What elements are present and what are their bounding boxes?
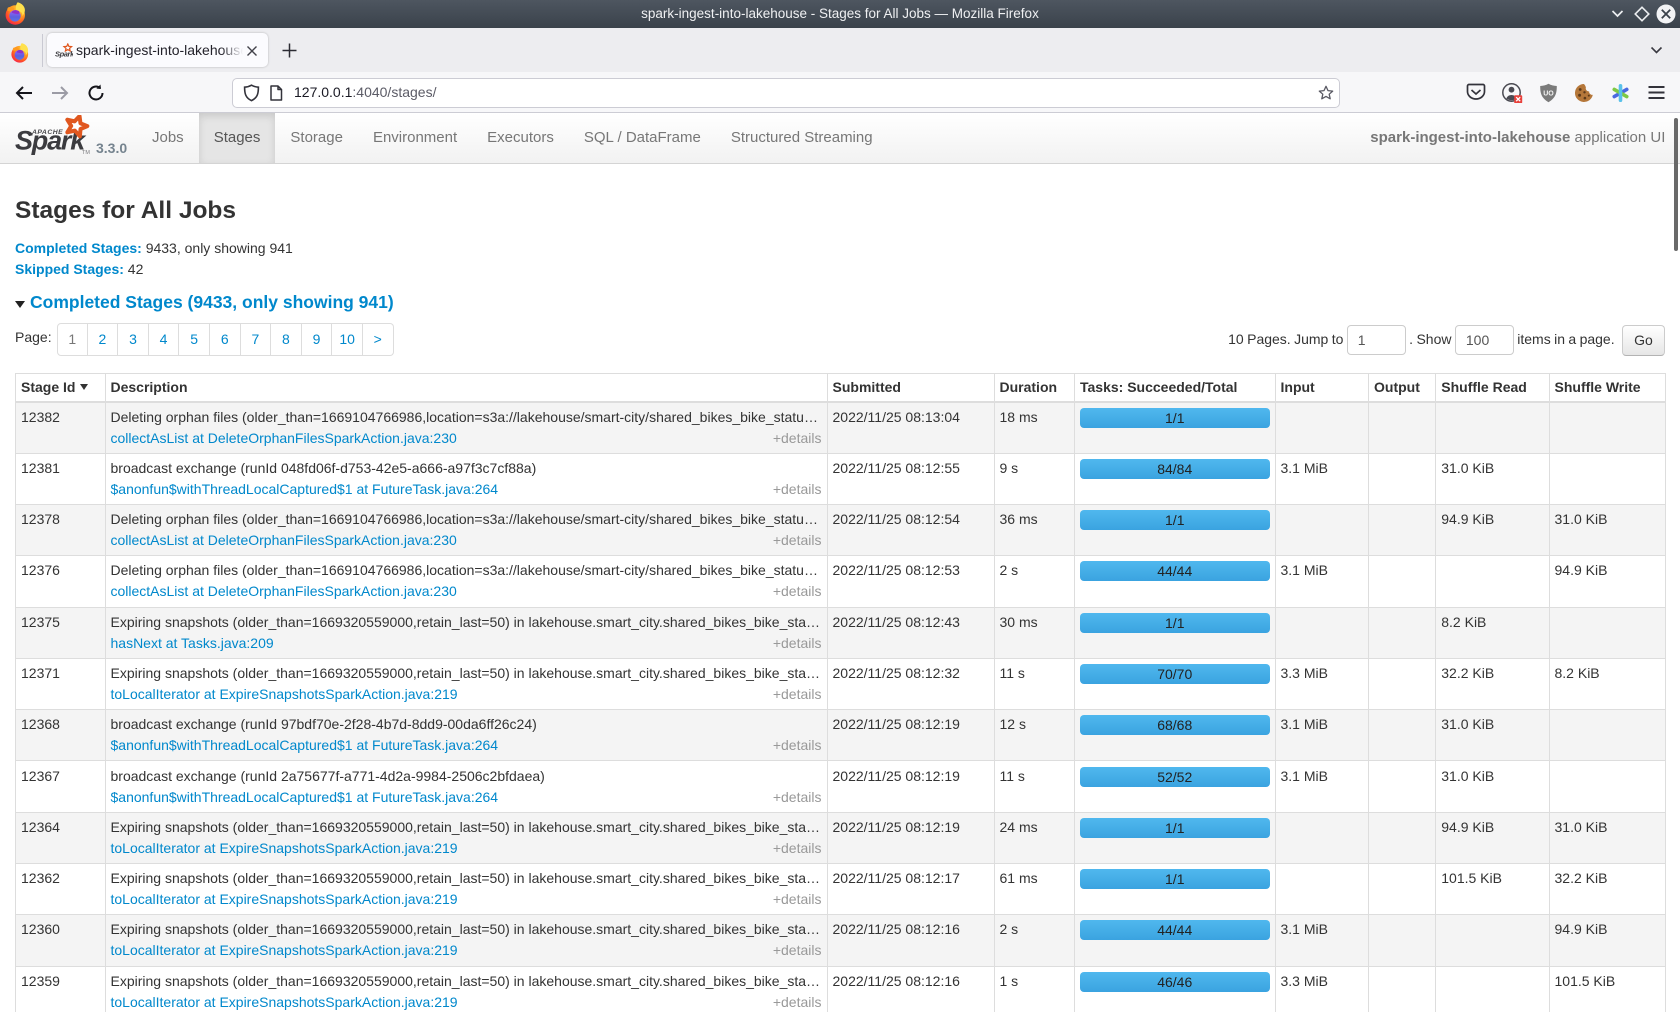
svg-text:APACHE: APACHE <box>31 129 63 136</box>
svg-text:UO: UO <box>1543 91 1554 98</box>
svg-text:TM: TM <box>82 150 90 156</box>
